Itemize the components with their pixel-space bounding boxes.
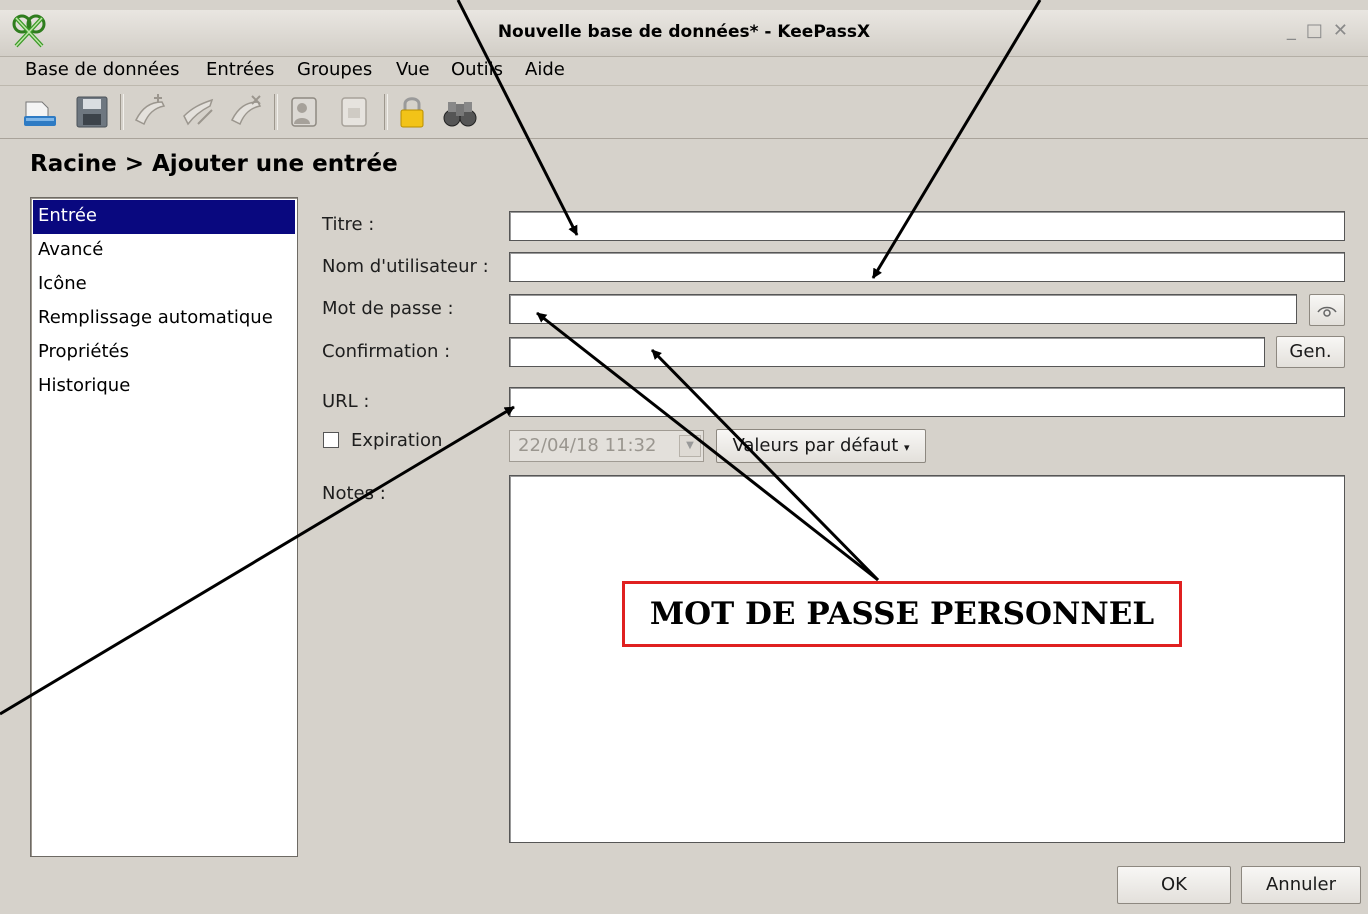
lock-icon[interactable]: [394, 94, 430, 130]
username-label: Nom d'utilisateur :: [322, 256, 489, 277]
category-list: Entrée Avancé Icône Remplissage automati…: [30, 197, 298, 857]
menu-help[interactable]: Aide: [525, 59, 565, 80]
minimize-icon[interactable]: _: [1287, 20, 1306, 41]
cancel-button[interactable]: Annuler: [1241, 866, 1361, 904]
delete-entry-icon[interactable]: [228, 94, 264, 130]
menu-tools[interactable]: Outils: [451, 59, 503, 80]
save-icon[interactable]: [74, 94, 110, 130]
menu-bar: Base de données Entrées Groupes Vue Outi…: [0, 56, 1368, 84]
nav-item-entry[interactable]: Entrée: [33, 200, 295, 234]
confirmation-input[interactable]: [509, 337, 1265, 367]
notes-label: Notes :: [322, 483, 386, 504]
menu-groups[interactable]: Groupes: [297, 59, 372, 80]
nav-item-properties[interactable]: Propriétés: [33, 336, 295, 370]
expiration-date-value: 22/04/18 11:32: [518, 435, 657, 456]
copy-username-icon[interactable]: [286, 94, 322, 130]
nav-item-autotype[interactable]: Remplissage automatique: [33, 302, 295, 336]
add-entry-icon[interactable]: [132, 94, 168, 130]
expiration-label[interactable]: Expiration: [351, 430, 442, 451]
dropdown-arrow-icon: ▾: [904, 441, 910, 454]
expiration-checkbox[interactable]: [323, 432, 339, 448]
chevron-down-icon[interactable]: ▼: [679, 435, 701, 457]
edit-entry-icon[interactable]: [180, 94, 216, 130]
title-label: Titre :: [322, 214, 375, 235]
username-input[interactable]: [509, 252, 1345, 282]
notes-textarea[interactable]: [509, 475, 1345, 843]
keepassx-window: Nouvelle base de données* - KeePassX _□✕…: [0, 0, 1368, 914]
toolbar-separator: [120, 94, 124, 130]
title-input[interactable]: [509, 211, 1345, 241]
maximize-icon[interactable]: □: [1306, 20, 1333, 41]
toolbar-separator: [384, 94, 388, 130]
breadcrumb: Racine > Ajouter une entrée: [30, 151, 398, 177]
url-label: URL :: [322, 391, 370, 412]
title-bar[interactable]: Nouvelle base de données* - KeePassX _□✕: [0, 10, 1368, 57]
menu-view[interactable]: Vue: [396, 59, 430, 80]
window-controls: _□✕: [1287, 20, 1358, 41]
password-label: Mot de passe :: [322, 298, 454, 319]
confirmation-label: Confirmation :: [322, 341, 451, 362]
ok-button[interactable]: OK: [1117, 866, 1231, 904]
generate-password-button[interactable]: Gen.: [1276, 336, 1345, 368]
toolbar-separator: [274, 94, 278, 130]
toolbar: [0, 85, 1368, 139]
presets-label: Valeurs par défaut: [732, 435, 899, 456]
close-icon[interactable]: ✕: [1333, 20, 1358, 41]
nav-item-icon[interactable]: Icône: [33, 268, 295, 302]
toggle-password-button[interactable]: [1309, 294, 1345, 326]
password-input[interactable]: [509, 294, 1297, 324]
annotation-callout: MOT DE PASSE PERSONNEL: [622, 581, 1182, 647]
nav-item-history[interactable]: Historique: [33, 370, 295, 404]
window-title: Nouvelle base de données* - KeePassX: [497, 22, 871, 42]
search-binoculars-icon[interactable]: [442, 94, 478, 130]
eye-icon: [1317, 306, 1337, 317]
menu-entries[interactable]: Entrées: [206, 59, 274, 80]
menu-database[interactable]: Base de données: [25, 59, 180, 80]
presets-dropdown-button[interactable]: Valeurs par défaut ▾: [716, 429, 926, 463]
new-database-icon[interactable]: [22, 94, 58, 130]
url-input[interactable]: [509, 387, 1345, 417]
nav-item-advanced[interactable]: Avancé: [33, 234, 295, 268]
expiration-date-field[interactable]: 22/04/18 11:32 ▼: [509, 430, 704, 462]
copy-password-icon[interactable]: [336, 94, 372, 130]
